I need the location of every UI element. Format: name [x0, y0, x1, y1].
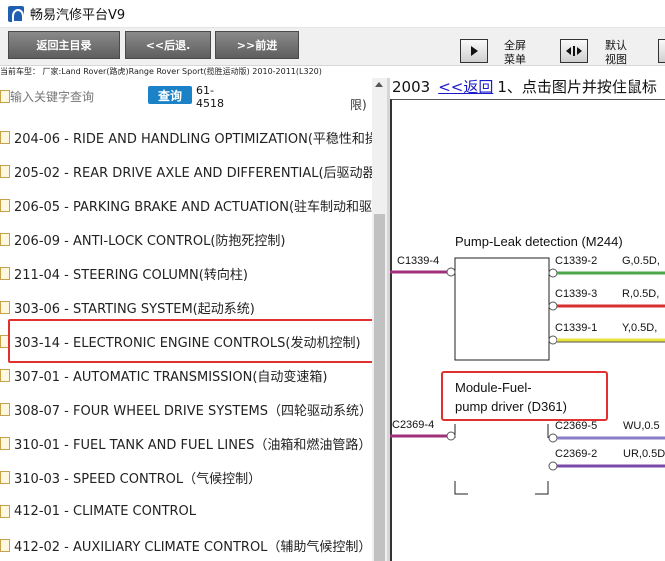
- d361-module-corners: [454, 424, 549, 495]
- catalog-list-item[interactable]: 206-05 - PARKING BRAKE AND ACTUATION(驻车制…: [0, 188, 372, 222]
- c1339-3-label: C1339-3: [555, 288, 597, 300]
- document-icon: [0, 130, 10, 144]
- terminal-c1339-3: [548, 301, 558, 311]
- current-model-line: 当前车型： 厂家:Land Rover(路虎)Range Rover Sport…: [0, 66, 390, 78]
- terminal-c1339-4: [446, 267, 456, 277]
- arrow-right-icon: [471, 46, 478, 56]
- default-view-label[interactable]: 默认 视图: [605, 39, 627, 67]
- app-title: 畅易汽修平台V9: [30, 8, 126, 23]
- document-icon: [0, 504, 10, 518]
- fullscreen-menu-label[interactable]: 全屏 菜单: [504, 39, 526, 67]
- catalog-item-label: 206-09 - ANTI-LOCK CONTROL(防抱死控制): [14, 233, 286, 249]
- catalog-item-label: 303-06 - STARTING SYSTEM(起动系统): [14, 301, 255, 317]
- catalog-item-label: 206-05 - PARKING BRAKE AND ACTUATION(驻车制…: [14, 199, 372, 215]
- document-icon: [0, 368, 10, 382]
- wiring-diagram[interactable]: Pump-Leak detection (M244) C1339-4 C1339…: [390, 66, 665, 561]
- catalog-list-item[interactable]: 308-07 - FOUR WHEEL DRIVE SYSTEMS（四轮驱动系统…: [0, 392, 372, 426]
- search-row: 查询 61- 4518 限): [0, 84, 372, 116]
- catalog-item-label: 310-03 - SPEED CONTROL（气候控制）: [14, 471, 262, 487]
- catalog-list-item[interactable]: 307-01 - AUTOMATIC TRANSMISSION(自动变速箱): [0, 358, 372, 392]
- document-icon: [0, 300, 10, 314]
- d361-title-line1: Module-Fuel-: [455, 380, 532, 395]
- catalog-list-item[interactable]: 206-09 - ANTI-LOCK CONTROL(防抱死控制): [0, 222, 372, 256]
- terminal-c2369-5: [548, 433, 558, 443]
- title-bar: 畅易汽修平台V9: [0, 0, 665, 28]
- toolbar: 返回主目录 <<后退. >>前进 全屏 菜单 默认 视图: [0, 28, 665, 66]
- catalog-item-label: 204-06 - RIDE AND HANDLING OPTIMIZATION(…: [14, 131, 372, 147]
- terminal-c1339-2: [548, 268, 558, 278]
- catalog-item-label: 412-01 - CLIMATE CONTROL: [14, 503, 197, 519]
- catalog-list-item[interactable]: 412-02 - AUXILIARY CLIMATE CONTROL（辅助气候控…: [0, 528, 372, 561]
- catalog-item-label: 412-02 - AUXILIARY CLIMATE CONTROL（辅助气候控…: [14, 539, 372, 555]
- document-icon: [0, 164, 10, 178]
- app-icon: [8, 5, 24, 23]
- catalog-list-item[interactable]: 310-03 - SPEED CONTROL（气候控制）: [0, 460, 372, 494]
- catalog-list-item[interactable]: 211-04 - STEERING COLUMN(转向柱): [0, 256, 372, 290]
- search-input[interactable]: [10, 86, 142, 108]
- c2369-5-label: C2369-5: [555, 420, 597, 432]
- wire-ur-label: UR,0.5D: [623, 448, 665, 460]
- catalog-list-item[interactable]: 310-01 - FUEL TANK AND FUEL LINES（油箱和燃油管…: [0, 426, 372, 460]
- scrollbar-thumb[interactable]: [374, 214, 385, 561]
- split-view-icon: [566, 46, 582, 56]
- catalog-list-item[interactable]: 204-06 - RIDE AND HANDLING OPTIMIZATION(…: [0, 120, 372, 154]
- selected-item-highlight: [8, 319, 372, 363]
- document-icon: [0, 538, 10, 552]
- catalog-item-label: 205-02 - REAR DRIVE AXLE AND DIFFERENTIA…: [14, 165, 372, 181]
- document-icon: [0, 232, 10, 246]
- document-icon: [0, 402, 10, 416]
- back-button[interactable]: <<后退.: [125, 31, 211, 59]
- catalog-item-label: 211-04 - STEERING COLUMN(转向柱): [14, 267, 248, 283]
- c2369-4-label: C2369-4: [392, 419, 434, 431]
- terminal-c1339-1: [548, 335, 558, 345]
- default-view-button[interactable]: [560, 39, 588, 63]
- extra-toolbar-button[interactable]: [658, 39, 665, 63]
- catalog-item-label: 307-01 - AUTOMATIC TRANSMISSION(自动变速箱): [14, 369, 328, 385]
- truncated-text: 限): [350, 98, 367, 112]
- wire-y-label: Y,0.5D,: [622, 322, 657, 334]
- document-icon: [0, 90, 10, 103]
- c1339-1-label: C1339-1: [555, 322, 597, 334]
- catalog-item-label: 308-07 - FOUR WHEEL DRIVE SYSTEMS（四轮驱动系统…: [14, 403, 372, 419]
- c1339-4-label: C1339-4: [397, 255, 439, 267]
- document-icon: [0, 470, 10, 484]
- search-button[interactable]: 查询: [148, 86, 192, 104]
- catalog-list-item[interactable]: 205-02 - REAR DRIVE AXLE AND DIFFERENTIA…: [0, 154, 372, 188]
- c2369-2-label: C2369-2: [555, 448, 597, 460]
- wire-r-label: R,0.5D,: [622, 288, 659, 300]
- wire-g-label: G,0.5D,: [622, 255, 660, 267]
- m244-title: Pump-Leak detection (M244): [455, 234, 623, 249]
- back-home-button[interactable]: 返回主目录: [8, 31, 120, 59]
- code-fragment: 61- 4518: [196, 84, 224, 110]
- scroll-up-icon[interactable]: [375, 82, 383, 87]
- wire-wu-label: WU,0.5: [623, 420, 660, 432]
- document-icon: [0, 266, 10, 280]
- diagram-panel: 2003 <<返回 1、点击图片并按住鼠标 Pump-Leak detection …: [390, 66, 665, 561]
- c1339-2-label: C1339-2: [555, 255, 597, 267]
- catalog-list-item[interactable]: 412-01 - CLIMATE CONTROL: [0, 494, 372, 528]
- forward-button[interactable]: >>前进: [215, 31, 299, 59]
- terminal-c2369-4: [446, 431, 456, 441]
- vertical-scrollbar[interactable]: [372, 78, 387, 561]
- fullscreen-menu-button[interactable]: [460, 39, 488, 63]
- catalog-item-label: 310-01 - FUEL TANK AND FUEL LINES（油箱和燃油管…: [14, 437, 372, 453]
- m244-module-box: [454, 257, 550, 361]
- catalog-panel: 查询 61- 4518 限) 204-06 - RIDE AND HANDLIN…: [0, 78, 372, 561]
- document-icon: [0, 436, 10, 450]
- terminal-c2369-2: [548, 461, 558, 471]
- document-icon: [0, 198, 10, 212]
- d361-title-line2: pump driver (D361): [455, 399, 567, 414]
